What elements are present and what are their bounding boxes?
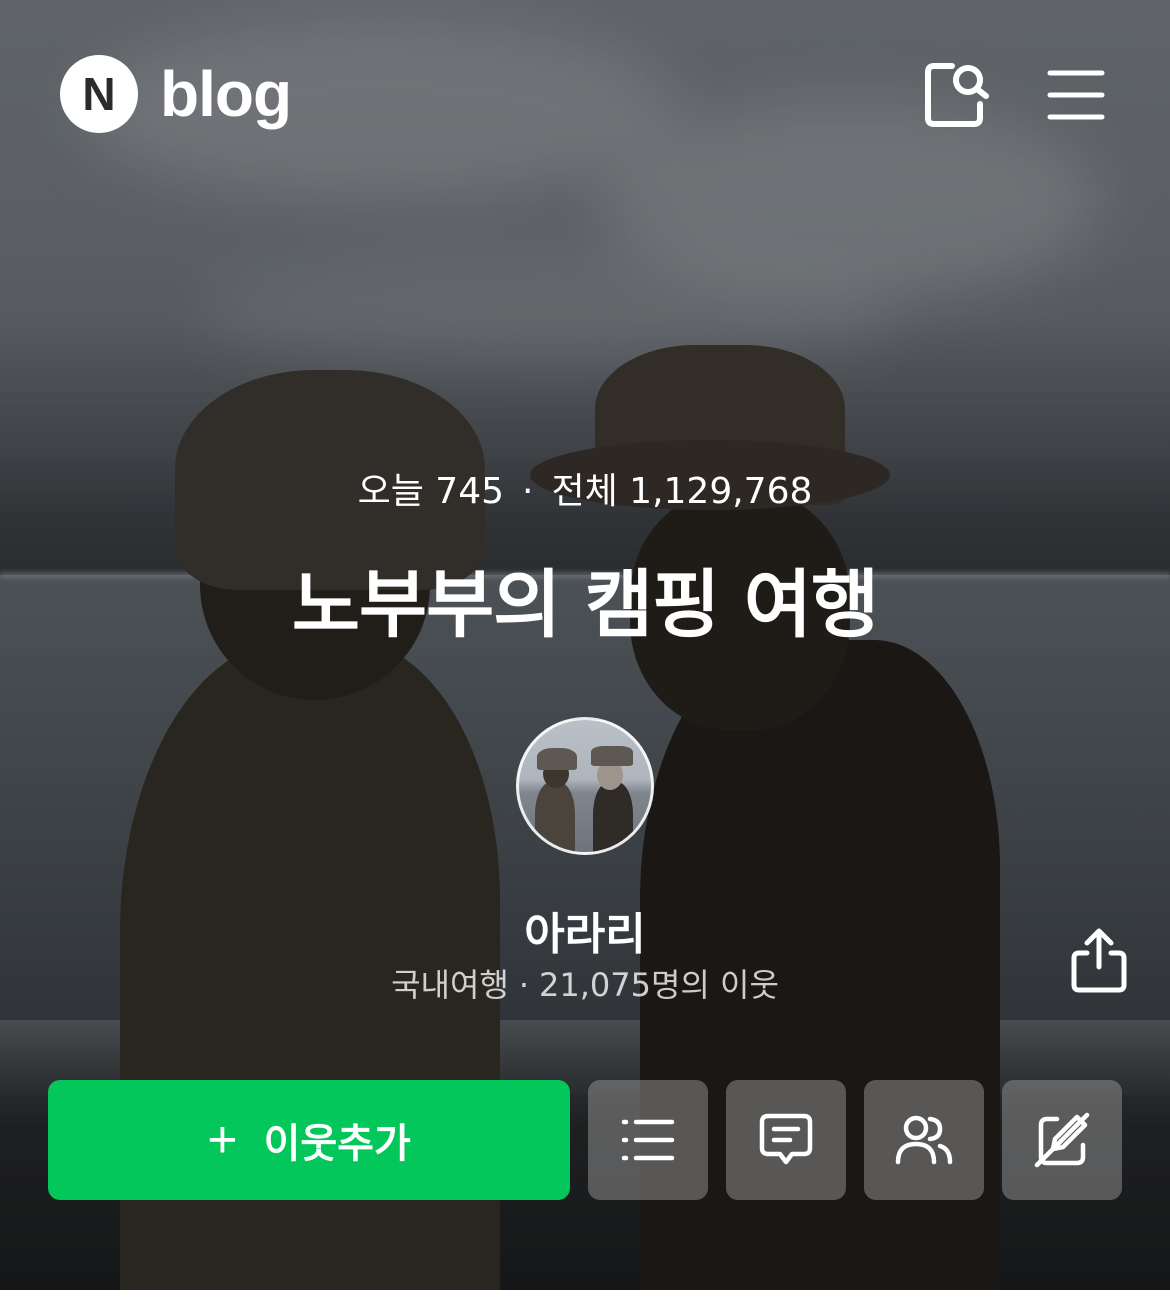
hamburger-menu-icon[interactable] xyxy=(1040,60,1110,130)
stats-separator: · xyxy=(522,471,534,512)
blog-category: 국내여행 xyxy=(391,966,509,1004)
total-count: 1,129,768 xyxy=(629,471,813,512)
chat-bubble-icon xyxy=(759,1113,813,1165)
avatar[interactable] xyxy=(516,717,654,855)
blogger-nickname[interactable]: 아라리 xyxy=(0,898,1170,962)
neighbors-button[interactable] xyxy=(864,1080,984,1200)
share-icon[interactable] xyxy=(1066,925,1132,995)
list-button[interactable] xyxy=(588,1080,708,1200)
naver-blog-logo[interactable]: N blog xyxy=(60,55,292,133)
pen-slash-icon xyxy=(1034,1112,1090,1168)
visitor-stats: 오늘 745 · 전체 1,129,768 xyxy=(0,462,1170,514)
naver-n-icon: N xyxy=(60,55,138,133)
total-label: 전체 xyxy=(551,471,618,512)
plus-icon: + xyxy=(207,1111,238,1169)
bottom-divider xyxy=(0,1290,1170,1299)
add-neighbor-button[interactable]: + 이웃추가 xyxy=(48,1080,570,1200)
today-count: 745 xyxy=(435,471,505,512)
add-neighbor-label: 이웃추가 xyxy=(263,1122,411,1166)
meta-separator: · xyxy=(518,966,530,1004)
neighbor-count: 21,075명의 이웃 xyxy=(539,966,779,1004)
logo-text: blog xyxy=(160,58,292,130)
today-label: 오늘 xyxy=(357,471,424,512)
blog-meta: 국내여행 · 21,075명의 이웃 xyxy=(0,960,1170,1006)
search-page-icon[interactable] xyxy=(922,60,992,130)
people-icon xyxy=(895,1115,953,1165)
blog-title: 노부부의 캠핑 여행 xyxy=(291,562,879,648)
guestbook-button[interactable] xyxy=(726,1080,846,1200)
list-icon xyxy=(621,1119,675,1161)
edit-off-button[interactable] xyxy=(1002,1080,1122,1200)
